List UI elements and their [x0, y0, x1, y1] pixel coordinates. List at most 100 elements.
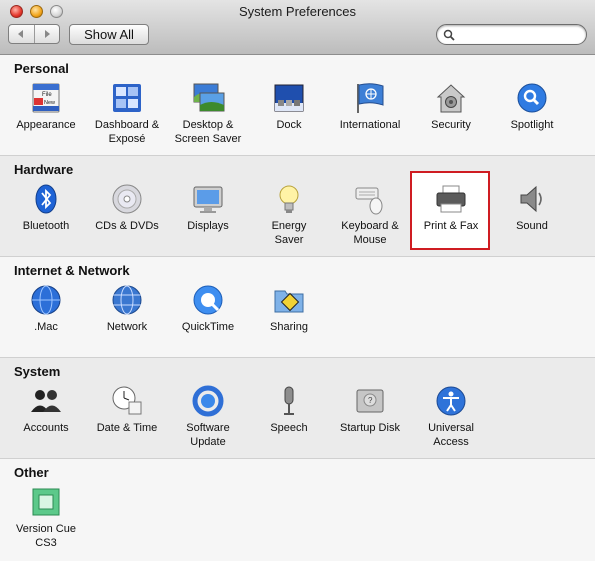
pane-label: Energy Saver	[271, 220, 307, 246]
pane-label: Date & Time	[96, 422, 158, 434]
section-hardware: Hardware Bluetooth CDs & DVDs Displays E…	[0, 156, 595, 257]
search-input[interactable]	[459, 27, 579, 42]
dock-icon	[274, 84, 304, 112]
security-house-icon	[436, 84, 466, 113]
search-field-container	[436, 24, 587, 45]
pane-desktop-screen-saver[interactable]: Desktop & Screen Saver	[168, 81, 248, 146]
speaker-icon	[520, 185, 542, 213]
pane-keyboard-mouse[interactable]: Keyboard & Mouse	[330, 182, 410, 247]
section-personal: Personal File New Appearance Dashboard &…	[0, 55, 595, 156]
system-preferences-window: System Preferences Show All Personal Fil…	[0, 0, 595, 561]
pane-label: Bluetooth	[22, 220, 70, 232]
pane-label: Speech	[270, 422, 308, 434]
quicktime-icon	[193, 285, 223, 315]
appearance-icon: File New	[32, 83, 60, 113]
pane-dotmac[interactable]: .Mac	[6, 283, 86, 335]
pane-label: Spotlight	[510, 119, 554, 131]
pane-label: Desktop & Screen Saver	[174, 119, 242, 145]
network-globe-icon	[112, 285, 142, 315]
spotlight-icon	[517, 83, 547, 113]
pane-network[interactable]: Network	[87, 283, 167, 335]
pane-label: .Mac	[34, 321, 58, 333]
version-cue-icon	[32, 488, 60, 516]
pane-sharing[interactable]: Sharing	[249, 283, 329, 335]
section-title: Hardware	[14, 162, 74, 177]
pane-label: Appearance	[16, 119, 76, 131]
svg-text:File: File	[42, 92, 52, 98]
pane-label: Sharing	[270, 321, 308, 333]
printer-icon	[436, 185, 466, 213]
pane-dashboard-expose[interactable]: Dashboard & Exposé	[87, 81, 167, 146]
pane-dock[interactable]: Dock	[249, 81, 329, 133]
pane-label: Security	[431, 119, 471, 131]
section-system: System Accounts Date & Time Software Upd…	[0, 358, 595, 459]
pane-label: Network	[106, 321, 148, 333]
search-icon	[443, 29, 455, 41]
hard-disk-icon: ?	[356, 389, 384, 413]
pane-universal-access[interactable]: Universal Access	[411, 384, 491, 449]
svg-text:?: ?	[368, 396, 373, 405]
back-arrow-icon	[18, 30, 24, 38]
section-title: Personal	[14, 61, 69, 76]
pane-sound[interactable]: Sound	[492, 182, 572, 234]
accounts-people-icon	[31, 390, 61, 412]
universal-access-icon	[436, 386, 466, 416]
pane-label: QuickTime	[181, 321, 235, 333]
clock-calendar-icon	[112, 386, 142, 415]
desktop-screensaver-icon	[193, 83, 225, 112]
pane-quicktime[interactable]: QuickTime	[168, 283, 248, 335]
pane-label: International	[339, 119, 401, 131]
microphone-icon	[284, 386, 294, 415]
pane-speech[interactable]: Speech	[249, 384, 329, 436]
pane-startup-disk[interactable]: ? Startup Disk	[330, 384, 410, 436]
pane-date-time[interactable]: Date & Time	[87, 384, 167, 436]
section-internet-network: Internet & Network .Mac Network QuickTim…	[0, 257, 595, 358]
forward-arrow-icon	[44, 30, 50, 38]
pane-version-cue[interactable]: Version Cue CS3	[6, 485, 86, 550]
dotmac-globe-icon	[31, 285, 61, 315]
title-bar: System Preferences Show All	[0, 0, 595, 55]
dashboard-expose-icon	[113, 84, 141, 112]
sharing-folder-icon	[274, 290, 304, 313]
software-update-icon	[192, 385, 224, 417]
pane-label: Displays	[187, 220, 229, 232]
pane-accounts[interactable]: Accounts	[6, 384, 86, 436]
international-flag-icon	[357, 83, 384, 113]
section-title: Internet & Network	[14, 263, 130, 278]
section-title: Other	[14, 465, 49, 480]
section-other: Other Version Cue CS3	[0, 459, 595, 561]
pane-label: Sound	[516, 220, 548, 232]
pane-print-fax[interactable]: Print & Fax	[411, 182, 491, 234]
bluetooth-icon	[35, 184, 57, 214]
pane-energy-saver[interactable]: Energy Saver	[249, 182, 329, 247]
pane-appearance[interactable]: File New Appearance	[6, 81, 86, 133]
back-button[interactable]	[9, 25, 34, 43]
pane-international[interactable]: International	[330, 81, 410, 133]
pane-label: Version Cue CS3	[16, 523, 76, 549]
pane-label: CDs & DVDs	[95, 220, 159, 232]
keyboard-mouse-icon	[355, 187, 383, 215]
pane-label: Dock	[276, 119, 302, 131]
forward-button[interactable]	[33, 25, 60, 43]
pane-software-update[interactable]: Software Update	[168, 384, 248, 449]
pane-label: Software Update	[186, 422, 230, 448]
pane-security[interactable]: Security	[411, 81, 491, 133]
pane-label: Startup Disk	[340, 422, 400, 434]
pane-label: Keyboard & Mouse	[341, 220, 399, 246]
lightbulb-icon	[279, 185, 299, 213]
show-all-button[interactable]: Show All	[69, 24, 149, 45]
back-forward-control	[8, 24, 60, 44]
pane-label: Print & Fax	[423, 220, 479, 232]
pane-spotlight[interactable]: Spotlight	[492, 81, 572, 133]
pane-bluetooth[interactable]: Bluetooth	[6, 182, 86, 234]
pane-displays[interactable]: Displays	[168, 182, 248, 234]
pane-label: Dashboard & Exposé	[94, 119, 160, 145]
svg-text:New: New	[44, 100, 55, 106]
cd-dvd-icon	[112, 184, 142, 214]
section-title: System	[14, 364, 61, 379]
display-icon	[193, 186, 223, 213]
pane-label: Accounts	[23, 422, 69, 434]
window-title: System Preferences	[238, 4, 357, 19]
pane-cds-dvds[interactable]: CDs & DVDs	[87, 182, 167, 234]
pane-label: Universal Access	[428, 422, 474, 448]
